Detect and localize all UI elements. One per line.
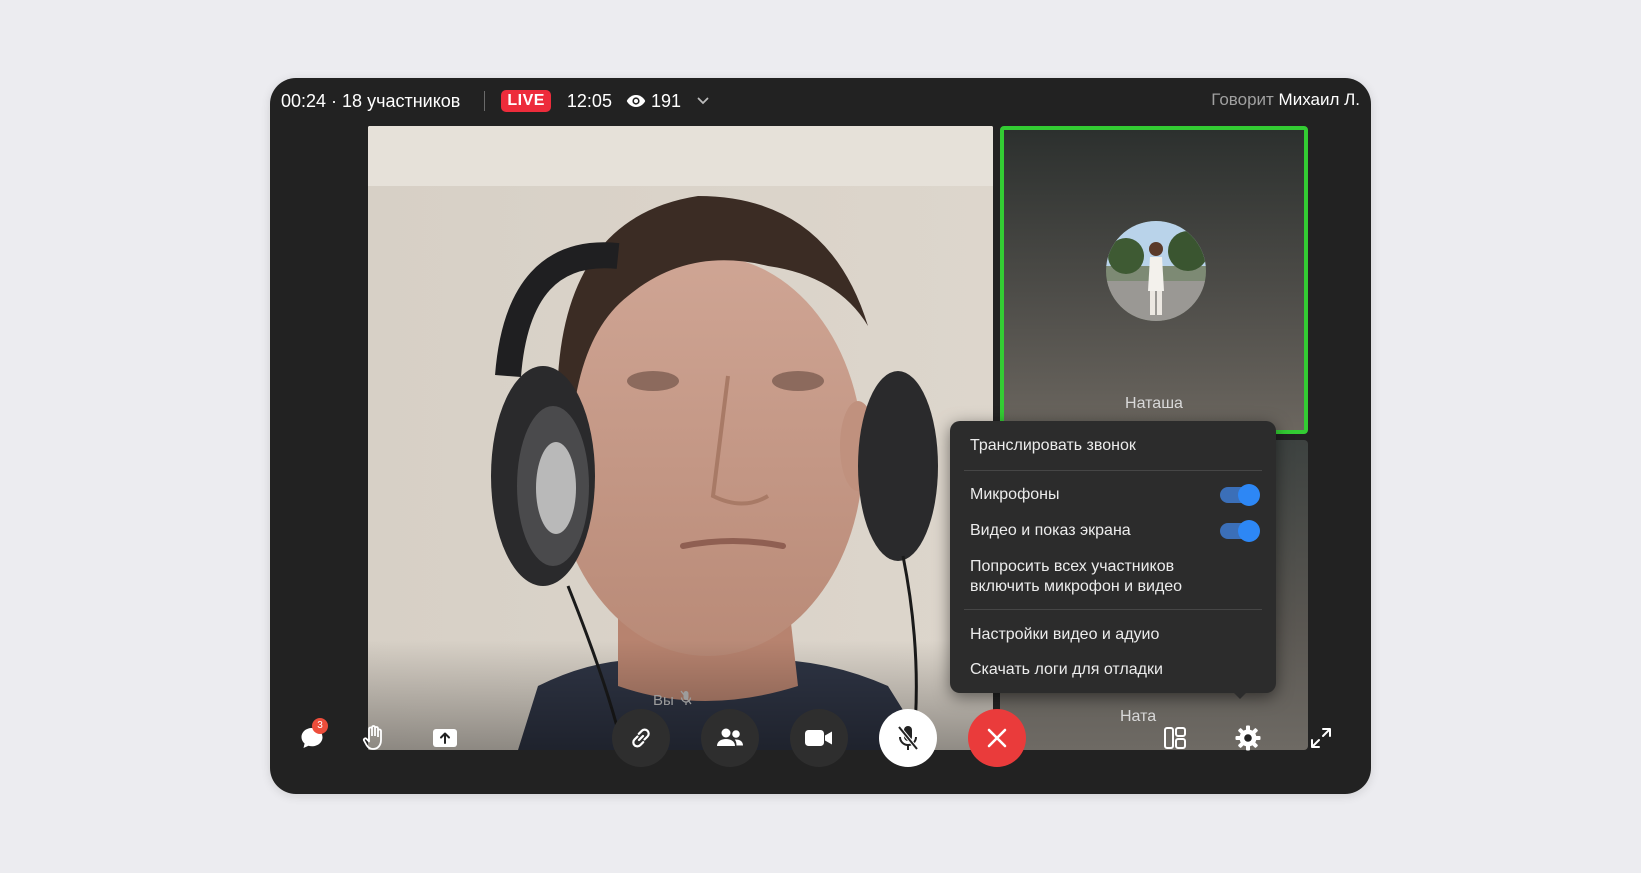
self-label: Вы [653,690,692,710]
menu-divider [964,470,1262,471]
menu-item-broadcast[interactable]: Транслировать звонок [970,436,1258,456]
participant-name: Ната [1120,708,1157,725]
call-topbar: 00:24 · 18 участников LIVE 12:05 191 Гов… [270,78,1371,122]
chat-unread-badge: 3 [312,718,328,734]
participant-tile-active[interactable]: Наташа [1000,126,1308,434]
microphones-toggle[interactable] [1220,484,1260,506]
settings-button[interactable] [1228,718,1268,758]
end-call-button[interactable] [968,709,1026,767]
menu-divider [964,609,1262,610]
chevron-down-icon[interactable] [697,97,709,105]
ask-all-line1: Попросить всех участников [970,558,1175,575]
fullscreen-icon [1310,727,1332,749]
chat-icon: 3 [299,718,328,751]
participants-icon [715,727,745,749]
live-badge: LIVE [501,90,551,112]
end-call-icon [986,727,1008,749]
copy-link-button[interactable] [612,709,670,767]
menu-item-av-settings[interactable]: Настройки видео и адуио [970,625,1258,645]
divider [484,91,486,111]
camera-icon [804,728,834,748]
menu-item-download-logs[interactable]: Скачать логи для отладки [970,660,1258,680]
raise-hand-icon [362,725,386,751]
menu-item-microphones[interactable]: Микрофоны [970,485,1258,505]
avatar [1106,221,1206,321]
mic-off-icon [896,724,920,752]
viewer-count: 191 [650,90,681,111]
menu-pointer [1232,691,1248,699]
link-icon [628,725,654,751]
layout-button[interactable] [1155,718,1195,758]
layout-icon [1163,726,1187,750]
ask-all-line2: включить микрофон и видео [970,578,1183,595]
camera-button[interactable] [790,709,848,767]
main-video-feed[interactable] [368,126,993,750]
participant-count[interactable]: · 18 участников [331,91,460,112]
menu-item-ask-all[interactable]: Попросить всех участников включить микро… [970,557,1258,597]
call-info: 00:24 · 18 участников LIVE 12:05 191 [281,90,709,112]
participant-name: Наташа [1125,395,1183,412]
active-speaker-indicator: Говорит Михаил Л. [1211,90,1360,110]
live-time: 12:05 [566,90,612,111]
participants-button[interactable] [701,709,759,767]
video-screen-toggle[interactable] [1220,520,1260,542]
toggle-knob [1238,520,1260,542]
speaker-name: Михаил Л. [1278,90,1360,109]
menu-item-video-screen[interactable]: Видео и показ экрана [970,521,1258,541]
chat-button[interactable]: 3 [292,718,332,758]
speaking-label: Говорит [1211,90,1274,109]
microphone-button[interactable] [879,709,937,767]
self-name: Вы [653,691,674,709]
raise-hand-button[interactable] [354,718,394,758]
mic-off-icon [680,690,692,710]
toggle-knob [1238,484,1260,506]
settings-icon [1234,724,1262,752]
share-screen-icon [432,727,458,749]
call-duration: 00:24 [281,90,327,111]
call-window: 00:24 · 18 участников LIVE 12:05 191 Гов… [270,78,1371,794]
eye-icon [626,94,646,108]
share-screen-button[interactable] [425,718,465,758]
fullscreen-button[interactable] [1301,718,1341,758]
settings-menu: Транслировать звонок Микрофоны Видео и п… [950,421,1276,699]
